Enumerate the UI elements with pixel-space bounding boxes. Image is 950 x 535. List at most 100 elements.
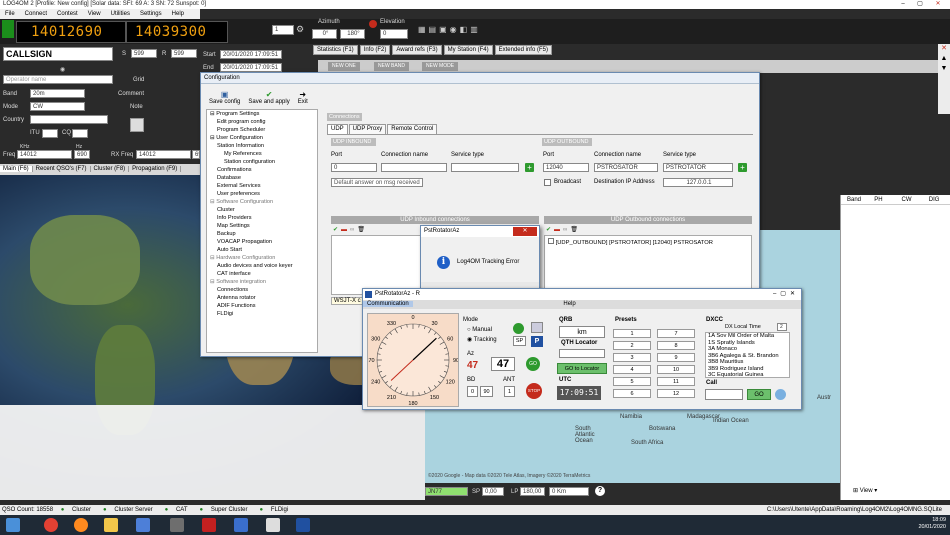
tab-stat-4[interactable]: Extended info (F5) [494,45,552,55]
preset-button[interactable]: 12 [657,389,695,398]
status-item[interactable]: ● FLDigi [260,507,295,513]
status-item[interactable]: ● Cluster Server [103,507,159,513]
tree-item[interactable]: Station Information [207,142,317,150]
elevation-input[interactable]: 0 [380,29,408,39]
new-mode-button[interactable]: NEW MODE [422,62,459,71]
menu-item-help[interactable]: Help [172,11,184,17]
preset-button[interactable]: 2 [613,341,651,350]
tab-stat-2[interactable]: Award refs (F3) [392,45,442,55]
country-select[interactable] [30,115,108,124]
preset-button[interactable]: 3 [613,353,651,362]
preset-button[interactable]: 4 [613,365,651,374]
manual-radio[interactable]: ○ Manual [467,327,492,333]
preset-button[interactable]: 8 [657,341,695,350]
tools-icon[interactable] [531,322,543,333]
tree-item[interactable]: User preferences [207,190,317,198]
call-input[interactable] [705,389,743,400]
menu-item-utilities[interactable]: Utilities [111,11,130,17]
dest-ip-input[interactable]: 127.0.0.1 [663,178,733,187]
preset-button[interactable]: 11 [657,377,695,386]
tab-left-3[interactable]: Propagation (F9) [129,166,182,172]
config-tree[interactable]: ⊟ Program Settings Edit program config Pro… [206,109,318,353]
tree-item[interactable]: My References [207,150,317,158]
view-dropdown[interactable]: ⊞ View ▾ [853,487,877,494]
tab-help[interactable]: Help [559,301,579,307]
status-item[interactable]: ● CAT [165,507,194,513]
out-connname-input[interactable]: PSTROSATOR [594,163,658,172]
tree-item[interactable]: FLDigi [207,310,317,318]
az-long-path[interactable]: 180° [340,29,365,39]
printer-icon[interactable] [130,118,144,132]
tracking-radio[interactable]: ◉ Tracking [467,336,497,343]
outbound-list[interactable]: [UDP_OUTBOUND] [PSTROTATOR] [12040] PSTR… [544,235,752,295]
tree-item[interactable]: ADIF Functions [207,302,317,310]
p-button[interactable]: P [531,336,543,347]
rst-sent[interactable]: 599 [131,49,157,58]
outbound-item-checkbox[interactable] [548,238,554,244]
locator-value[interactable]: JN77 [425,487,468,496]
tab-left-2[interactable]: Cluster (F8) [90,166,130,172]
preset-button[interactable]: 1 [613,329,651,338]
in-default-answer[interactable]: Default answer on msg received [331,178,423,187]
ant-button[interactable]: 1 [504,386,515,397]
tab-left-1[interactable]: Recent QSO's (F7) [32,166,91,172]
tree-item[interactable]: Auto Start [207,246,317,254]
tree-item[interactable]: Edit program config [207,118,317,126]
in-service-select[interactable] [451,163,519,172]
tree-item[interactable]: ⊟ Software integration [207,278,317,286]
tab-left-0[interactable]: Main (F6) [0,166,33,172]
preset-button[interactable]: 7 [657,329,695,338]
tree-item[interactable]: Cluster [207,206,317,214]
band-select[interactable]: 20m [30,89,85,98]
tree-item[interactable]: Audio devices and voice keyer [207,262,317,270]
tree-item[interactable]: Info Providers [207,214,317,222]
ham-app-icon[interactable] [170,518,184,532]
list-item[interactable]: [UDP_OUTBOUND] [PSTROTATOR] [12040] PSTR… [545,236,751,248]
list-item[interactable]: 3C Equatorial Guinea [706,372,789,377]
calculator-icon[interactable] [234,518,248,532]
error-close-button[interactable]: ✕ [513,227,537,236]
folder-icon[interactable] [104,518,118,532]
itu-input[interactable] [42,129,58,138]
az-short-path[interactable]: 0° [312,29,337,39]
dx-hour-input[interactable]: 2 [777,323,787,331]
save-config-button[interactable]: ▣ Save config [209,84,240,106]
close-button[interactable]: ✕ [930,0,946,9]
menu-item-view[interactable]: View [88,11,101,17]
tree-item[interactable]: CAT interface [207,270,317,278]
exit-button[interactable]: ➜ Exit [298,84,308,106]
satellite-icon[interactable] [266,518,280,532]
tree-item[interactable]: ⊟ Software Configuration [207,198,317,206]
freq-khz-input[interactable]: 14012 [17,150,72,159]
call-go-button[interactable]: GO [747,389,771,400]
menu-item-file[interactable]: File [5,11,15,17]
preset-button[interactable]: 10 [657,365,695,374]
tree-item[interactable]: Connections [207,286,317,294]
tree-item[interactable]: Antenna rotator [207,294,317,302]
menu-item-connect[interactable]: Connect [25,11,47,17]
in-port-input[interactable]: 0 [331,163,377,172]
tree-item[interactable]: Confirmations [207,166,317,174]
chrome-icon[interactable] [44,518,58,532]
mode-select[interactable]: CW [30,102,85,111]
out-port-input[interactable]: 12040 [543,163,589,172]
tree-item[interactable]: ⊟ Hardware Configuration [207,254,317,262]
status-item[interactable]: ● Cluster [61,507,97,513]
menu-item-settings[interactable]: Settings [140,11,162,17]
callsign-input[interactable]: CALLSIGN [3,47,113,61]
web-globe-icon[interactable] [775,389,786,400]
out-service-select[interactable]: PSTROTATOR [663,163,733,172]
start-time-input[interactable]: 20/01/2020 17:09:51 [220,50,282,59]
compass-dial[interactable]: 0 30 60 90 120 150 180 210 240 270 300 330 [365,313,459,407]
stop-button[interactable]: STOP [526,383,542,399]
globe-icon[interactable] [513,323,524,334]
tree-item[interactable]: VOACAP Propagation [207,238,317,246]
minimize-button[interactable]: – [895,0,911,9]
preset-button[interactable]: 5 [613,377,651,386]
rotator-taskbar-icon[interactable] [296,518,310,532]
tab-communication[interactable]: Communication [363,301,413,307]
tree-item[interactable]: ⊟ Program Settings [207,110,317,118]
tree-item[interactable]: Database [207,174,317,182]
bd-90-button[interactable]: 90 [480,386,493,397]
outbound-list-icons[interactable]: ✔▬∞🗑 [546,226,581,233]
